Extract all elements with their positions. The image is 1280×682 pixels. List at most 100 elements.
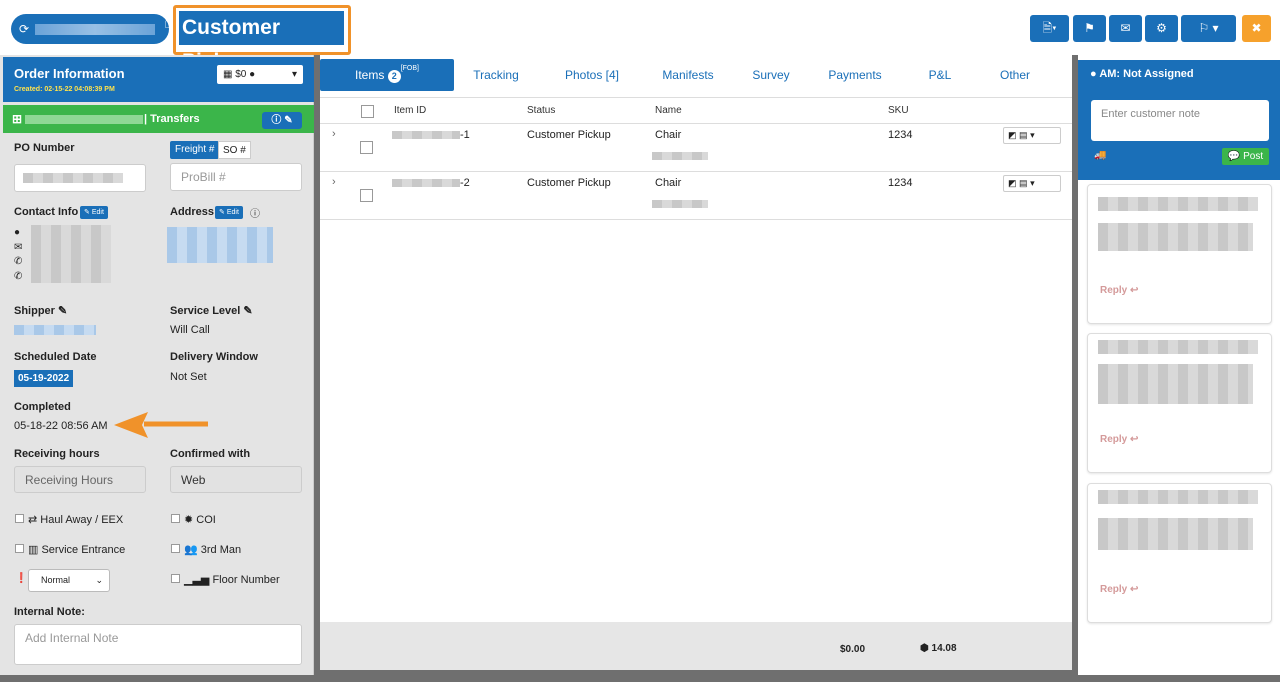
note-redacted — [1098, 340, 1258, 354]
edit-icon: ✎ — [84, 209, 90, 216]
po-value-redacted — [23, 173, 123, 183]
list-icon[interactable]: ▤ — [1019, 178, 1028, 188]
am-label: ● AM: Not Assigned — [1090, 68, 1194, 80]
reply-button[interactable]: Reply ↩ — [1100, 434, 1138, 445]
tab-photos[interactable]: Photos [4] — [552, 59, 632, 91]
col-status[interactable]: Status — [527, 105, 555, 116]
expand-icon[interactable]: › — [332, 176, 336, 188]
chevron-down-icon[interactable]: ▾ — [1030, 130, 1035, 140]
document-icon: 🗎▾ — [1042, 21, 1057, 35]
probill-input[interactable]: ProBill # — [170, 163, 302, 191]
flag-button[interactable]: ⚑ — [1073, 15, 1106, 42]
tab-items[interactable]: Items 2[FOB] — [320, 59, 454, 91]
table-row[interactable]: › -1 Customer Pickup Chair 1234 ◩ ▤ ▾ — [320, 124, 1072, 172]
envelope-icon: ✉ — [1120, 21, 1131, 35]
internal-note-textarea[interactable]: Add Internal Note — [14, 624, 302, 665]
tab-pl[interactable]: P&L — [914, 59, 966, 91]
row-actions[interactable]: ◩ ▤ ▾ — [1003, 127, 1061, 144]
reply-button[interactable]: Reply ↩ — [1100, 584, 1138, 595]
refresh-icon[interactable]: ⟳ — [19, 22, 29, 36]
fob-label: [FOB] — [400, 65, 419, 72]
note-card: Reply ↩ — [1087, 333, 1272, 473]
so-tab[interactable]: SO # — [218, 141, 251, 159]
freight-tab[interactable]: Freight # — [170, 141, 220, 159]
tab-other[interactable]: Other — [986, 59, 1044, 91]
receiving-hours-input[interactable]: Receiving Hours — [14, 466, 146, 493]
exclamation-icon: ❗ — [15, 573, 28, 584]
reply-button[interactable]: Reply ↩ — [1100, 285, 1138, 296]
reply-icon: ↩ — [1130, 434, 1139, 445]
order-id-pill[interactable]: ⟳ ❐ — [11, 14, 174, 44]
item-sku: 1234 — [888, 129, 913, 141]
edit-icon[interactable]: ◩ — [1008, 130, 1017, 140]
table-row[interactable]: › -2 Customer Pickup Chair 1234 ◩ ▤ ▾ — [320, 172, 1072, 220]
address-edit-button[interactable]: ✎ Edit — [215, 206, 243, 219]
info-icon[interactable]: ⓘ — [250, 205, 260, 220]
comments-icon: 💬 — [1227, 151, 1241, 162]
floor-number-checkbox[interactable] — [171, 574, 180, 583]
haul-away-checkbox[interactable] — [15, 514, 24, 523]
edit-icon[interactable]: ✎ — [243, 305, 252, 317]
customer-note-input[interactable]: Enter customer note — [1091, 100, 1269, 141]
chevron-down-icon: ⌄ — [95, 575, 103, 585]
service-level-value: Will Call — [170, 324, 210, 336]
user-icon: ● — [14, 227, 21, 238]
chevron-down-icon[interactable]: ▾ — [1030, 178, 1035, 188]
settings-button[interactable]: ⚙ — [1145, 15, 1178, 42]
floor-number-label: ▁▃▅ Floor Number — [184, 573, 280, 586]
haul-away-label: ⇄ Haul Away / EEX — [28, 513, 123, 526]
expand-icon[interactable]: › — [332, 128, 336, 140]
tab-tracking[interactable]: Tracking — [460, 59, 532, 91]
post-button[interactable]: 💬 Post — [1222, 148, 1269, 165]
col-sku[interactable]: SKU — [888, 105, 909, 116]
priority-select[interactable]: Normal ⌄ — [28, 569, 110, 592]
item-id-redacted — [392, 131, 460, 139]
tab-payments[interactable]: Payments — [820, 59, 890, 91]
check-circle-icon: ● — [249, 69, 256, 80]
building-icon: ▥ — [28, 544, 39, 556]
order-info-header: Order Information Created: 02-15-22 04:0… — [3, 57, 314, 102]
price-value: $0 — [235, 69, 247, 80]
price-select[interactable]: ▦ $0 ● ▾ — [217, 65, 303, 84]
edit-icon[interactable]: ◩ — [1008, 178, 1017, 188]
third-man-checkbox[interactable] — [171, 544, 180, 553]
item-desc-redacted — [652, 152, 708, 160]
cube-icon: ⬢ — [920, 643, 929, 654]
col-item-id[interactable]: Item ID — [394, 105, 426, 116]
row-checkbox[interactable] — [360, 141, 373, 154]
po-number-input[interactable] — [14, 164, 146, 192]
item-id-suffix: -2 — [460, 177, 470, 189]
shipper-label-text: Shipper — [14, 305, 55, 317]
footer-cube-value: 14.08 — [931, 643, 957, 654]
select-all-checkbox[interactable] — [361, 105, 374, 118]
row-checkbox[interactable] — [360, 189, 373, 202]
contact-edit-button[interactable]: ✎ Edit — [80, 206, 108, 219]
row-actions[interactable]: ◩ ▤ ▾ — [1003, 175, 1061, 192]
note-card: Reply ↩ — [1087, 184, 1272, 324]
confirmed-with-input[interactable]: Web — [170, 466, 302, 493]
item-name: Chair — [655, 177, 682, 189]
list-icon[interactable]: ▤ — [1019, 130, 1028, 140]
info-edit-buttons[interactable]: ⓘ ✎ — [262, 112, 302, 129]
coi-checkbox[interactable] — [171, 514, 180, 523]
route-menu-button[interactable]: ⚐ ▾ — [1181, 15, 1236, 42]
am-label-text: AM: Not Assigned — [1099, 68, 1194, 80]
edit-icon[interactable]: ✎ — [58, 305, 67, 317]
tab-manifests[interactable]: Manifests — [652, 59, 724, 91]
tab-survey[interactable]: Survey — [740, 59, 802, 91]
item-status: Customer Pickup — [527, 177, 611, 189]
note-redacted — [1098, 364, 1253, 404]
service-entrance-checkbox[interactable] — [15, 544, 24, 553]
address-edit-label: Edit — [226, 209, 239, 216]
plus-icon[interactable]: ⊞ — [12, 112, 22, 126]
col-name[interactable]: Name — [655, 105, 682, 116]
close-button[interactable]: ✖ — [1242, 15, 1271, 42]
item-name: Chair — [655, 129, 682, 141]
signpost-icon: ⚐ ▾ — [1198, 21, 1219, 35]
user-icon: ● — [1090, 68, 1097, 80]
document-menu-button[interactable]: 🗎▾ — [1030, 15, 1069, 42]
scheduled-date[interactable]: 05-19-2022 — [14, 370, 74, 387]
top-bar: ⟳ ❐ Customer Pickup 🗎▾ ⚑ ✉ ⚙ ⚐ ▾ ✖ — [0, 0, 1280, 73]
receiving-label: Receiving hours — [14, 448, 100, 460]
email-button[interactable]: ✉ — [1109, 15, 1142, 42]
